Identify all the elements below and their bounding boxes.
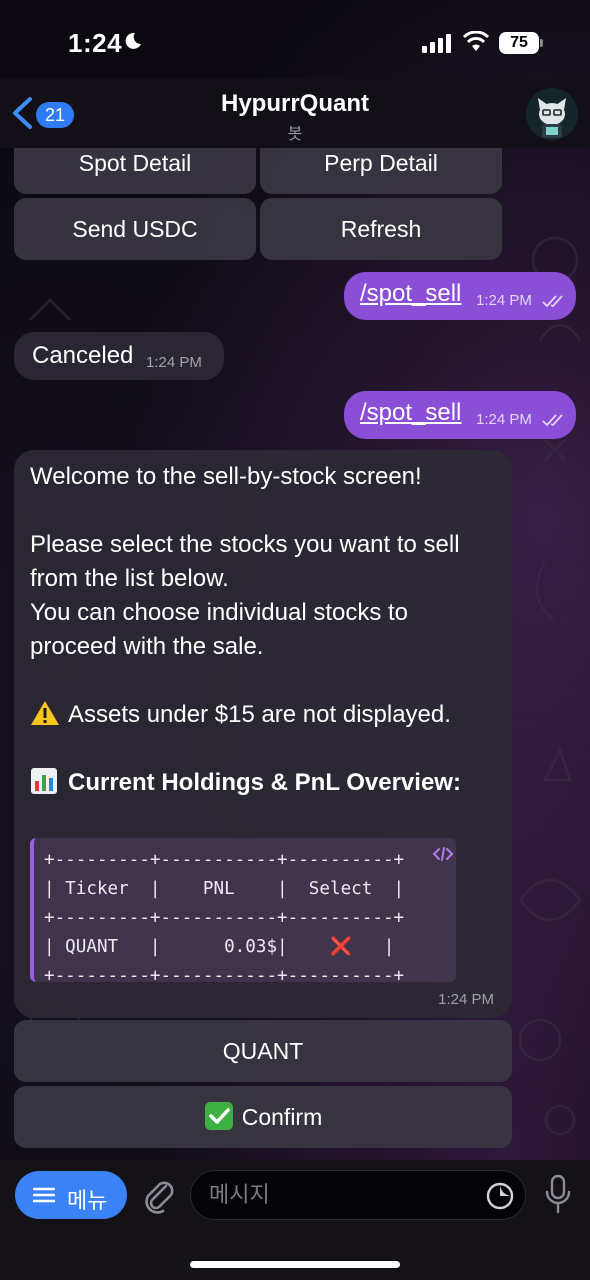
command-link[interactable]: /spot_sell bbox=[360, 280, 461, 308]
check-mark-icon bbox=[204, 1102, 233, 1130]
message-body: Welcome to the sell-by-stock screen! Ple… bbox=[30, 460, 500, 800]
warning-text: Assets under $15 are not displayed. bbox=[68, 701, 451, 728]
incoming-message: Canceled 1:24 PM bbox=[14, 332, 224, 380]
message-line: from the list below. bbox=[30, 565, 229, 592]
overview-heading: Current Holdings & PnL Overview: bbox=[30, 766, 500, 800]
sticker-icon[interactable] bbox=[485, 1181, 515, 1211]
message-line: Please select the stocks you want to sel… bbox=[30, 531, 460, 558]
message-time: 1:24 PM bbox=[438, 991, 494, 1008]
read-checks-icon bbox=[542, 295, 563, 308]
message-line: You can choose individual stocks to bbox=[30, 599, 409, 626]
message-time: 1:24 PM bbox=[476, 292, 532, 309]
table-row-prefix: | QUANT | 0.03$| bbox=[44, 937, 330, 957]
menu-label: 메뉴 bbox=[67, 1188, 108, 1213]
table-header-row: | Ticker | PNL | Select | bbox=[44, 879, 405, 899]
moon-icon bbox=[125, 32, 141, 49]
send-usdc-button[interactable]: Send USDC bbox=[14, 198, 256, 260]
message-input-bar: 메뉴 bbox=[0, 1160, 590, 1280]
holdings-code-block[interactable]: +---------+-----------+----------+ | Tic… bbox=[30, 838, 456, 986]
paperclip-icon[interactable] bbox=[142, 1176, 176, 1216]
clock: 1:24 bbox=[68, 28, 123, 58]
hamburger-icon bbox=[33, 1187, 55, 1203]
message-text: Canceled bbox=[32, 342, 134, 369]
message-time: 1:24 PM bbox=[476, 411, 532, 428]
microphone-icon[interactable] bbox=[544, 1174, 572, 1216]
table-border: +---------+-----------+----------+ bbox=[44, 908, 405, 928]
bar-chart-icon bbox=[31, 768, 57, 794]
bot-menu-button[interactable]: 메뉴 bbox=[15, 1171, 127, 1219]
status-bar: 1:24 75 bbox=[0, 0, 590, 88]
message-line: proceed with the sale. bbox=[30, 633, 264, 660]
refresh-button[interactable]: Refresh bbox=[260, 198, 502, 260]
message-field[interactable] bbox=[190, 1170, 526, 1220]
holdings-table: +---------+-----------+----------+ | Tic… bbox=[44, 846, 404, 991]
bot-avatar[interactable] bbox=[526, 88, 578, 140]
cat-avatar-icon bbox=[538, 98, 566, 138]
cross-mark-icon: ❌ bbox=[330, 937, 352, 957]
confirm-button[interactable]: Confirm bbox=[14, 1086, 512, 1148]
outgoing-message[interactable]: /spot_sell 1:24 PM bbox=[344, 272, 576, 320]
confirm-label: Confirm bbox=[241, 1104, 323, 1130]
battery-level: 75 bbox=[499, 32, 539, 54]
wifi-icon bbox=[462, 31, 490, 51]
bot-message: Welcome to the sell-by-stock screen! Ple… bbox=[14, 450, 512, 1018]
message-time: 1:24 PM bbox=[146, 354, 202, 371]
read-checks-icon bbox=[542, 414, 563, 427]
overview-text: Current Holdings & PnL Overview: bbox=[68, 769, 461, 796]
message-line: Welcome to the sell-by-stock screen! bbox=[30, 463, 422, 490]
outgoing-message[interactable]: /spot_sell 1:24 PM bbox=[344, 391, 576, 439]
warning-icon bbox=[31, 701, 59, 725]
chat-subtitle: 봇 bbox=[287, 126, 303, 143]
header-overlay: 21 HypurrQuant 봇 bbox=[0, 78, 590, 148]
warning-line: Assets under $15 are not displayed. bbox=[30, 698, 500, 732]
table-border: +---------+-----------+----------+ bbox=[44, 850, 405, 870]
message-input[interactable] bbox=[209, 1181, 469, 1209]
cellular-signal-icon bbox=[422, 34, 451, 53]
table-row-suffix: | bbox=[351, 937, 395, 957]
table-border: +---------+-----------+----------+ bbox=[44, 966, 405, 986]
command-link[interactable]: /spot_sell bbox=[360, 399, 461, 427]
code-copy-icon[interactable] bbox=[432, 846, 454, 862]
battery-cap bbox=[540, 39, 543, 47]
chat-title[interactable]: HypurrQuant bbox=[0, 90, 590, 118]
home-indicator bbox=[190, 1261, 400, 1268]
quant-select-button[interactable]: QUANT bbox=[14, 1020, 512, 1082]
